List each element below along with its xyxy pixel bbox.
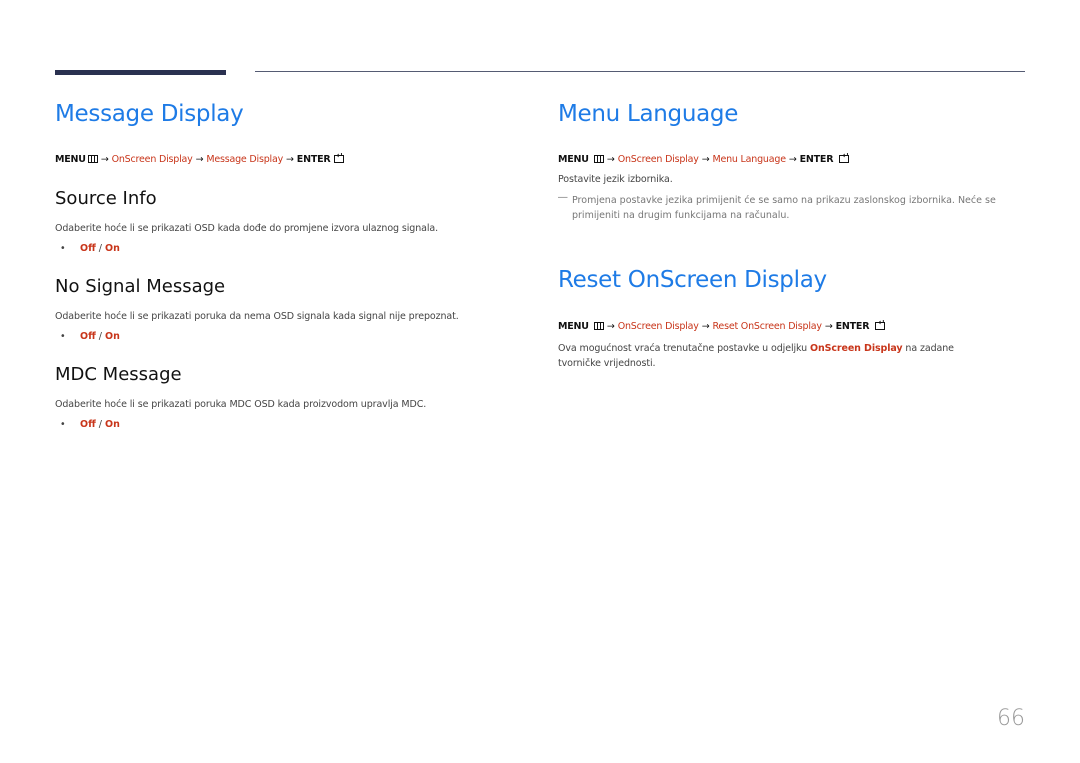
menu-path: MENU → OnScreen Display → Menu Language → ENT…	[558, 151, 850, 165]
note-text: Promjena postavke jezika primijenit će s…	[572, 195, 996, 221]
page-title-reset-onscreen-display: Reset OnScreen Display	[558, 267, 827, 293]
page-number: 66	[997, 706, 1025, 731]
menu-icon	[87, 155, 98, 163]
section-description: Odaberite hoće li se prikazati OSD kada …	[55, 223, 439, 234]
path-item: OnScreen Display	[617, 321, 699, 332]
note-dash-icon: ―	[558, 192, 568, 203]
path-item: OnScreen Display	[111, 154, 193, 165]
note: ― Promjena postavke jezika primijenit će…	[558, 192, 1023, 223]
page-title-message-display: Message Display	[55, 101, 244, 127]
menu-icon	[593, 322, 604, 330]
enter-icon	[839, 151, 850, 163]
enter-icon	[875, 318, 886, 330]
menu-path: MENU → OnScreen Display → Message Display → EN…	[55, 151, 344, 165]
section-heading-mdc-message: MDC Message	[55, 364, 182, 385]
page-title-menu-language: Menu Language	[558, 101, 739, 127]
option-list: • Off / On	[60, 331, 120, 342]
path-item: Message Display	[206, 154, 284, 165]
section-description: Odaberite hoće li se prikazati poruka da…	[55, 311, 459, 322]
option-list: • Off / On	[60, 419, 120, 430]
path-item: Menu Language	[712, 154, 786, 165]
section-heading-source-info: Source Info	[55, 188, 157, 209]
section-heading-no-signal-message: No Signal Message	[55, 276, 226, 297]
header-rule	[255, 71, 1025, 72]
path-item: OnScreen Display	[617, 154, 699, 165]
enter-icon	[333, 151, 344, 163]
header-bar-thick	[55, 70, 226, 75]
section-description: Odaberite hoće li se prikazati poruka MD…	[55, 399, 427, 410]
menu-icon	[593, 155, 604, 163]
section-description: Postavite jezik izbornika.	[558, 174, 673, 185]
section-description: Ova mogućnost vraća trenutačne postavke …	[558, 343, 954, 369]
menu-path: MENU → OnScreen Display → Reset OnScreen Di…	[558, 318, 886, 332]
option-list: • Off / On	[60, 243, 120, 254]
path-item: Reset OnScreen Display	[712, 321, 822, 332]
